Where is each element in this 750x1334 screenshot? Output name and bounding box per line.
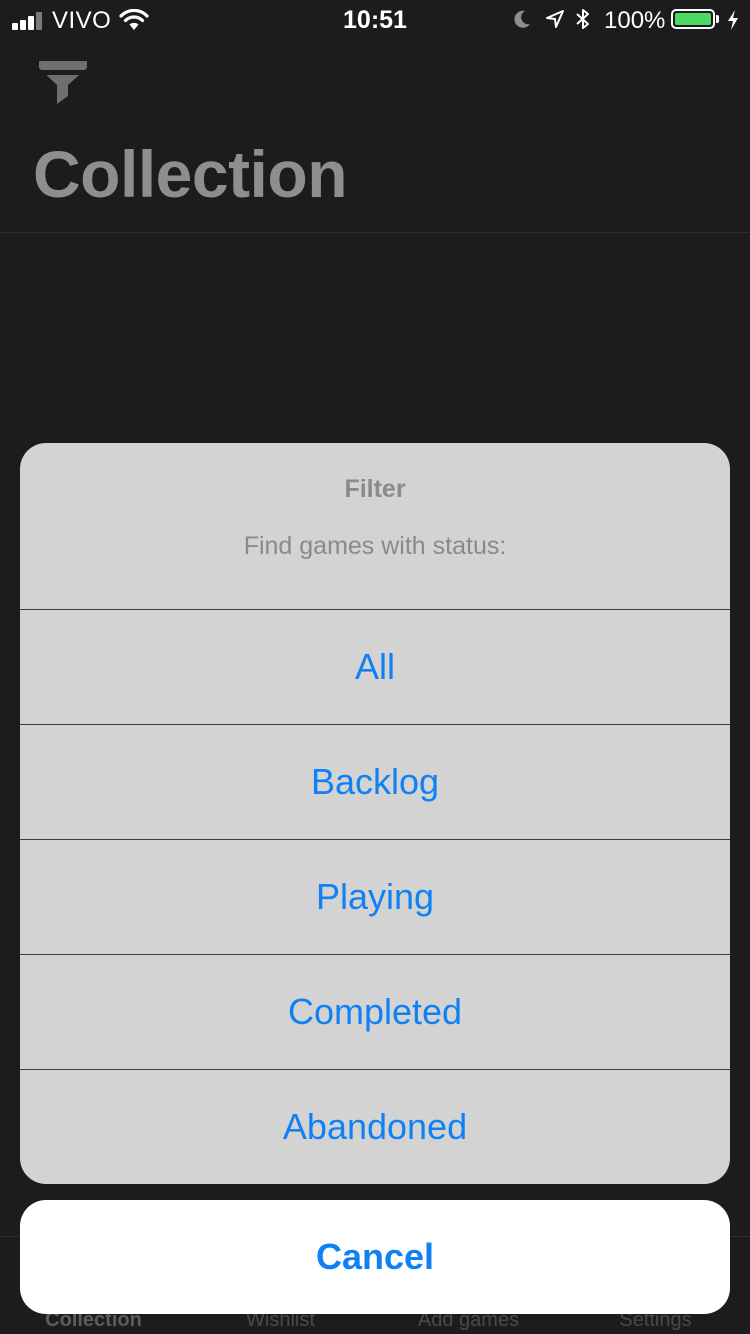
funnel-icon[interactable] [36, 58, 90, 108]
header-divider [0, 232, 750, 233]
status-bar: VIVO 10:51 100% [0, 0, 750, 40]
filter-option-completed[interactable]: Completed [20, 955, 730, 1070]
charging-bolt-icon [728, 10, 738, 30]
page-title: Collection [33, 137, 348, 211]
battery-cap [716, 15, 719, 23]
battery-percentage: 100% [604, 7, 666, 34]
battery-icon [671, 9, 715, 29]
location-arrow-icon [546, 10, 564, 28]
do-not-disturb-moon-icon [514, 10, 530, 28]
filter-option-all[interactable]: All [20, 610, 730, 725]
filter-action-sheet: Filter Find games with status: All Backl… [20, 443, 730, 1184]
filter-option-backlog[interactable]: Backlog [20, 725, 730, 840]
action-sheet-header: Filter Find games with status: [20, 443, 730, 610]
filter-option-abandoned[interactable]: Abandoned [20, 1070, 730, 1184]
filter-option-playing[interactable]: Playing [20, 840, 730, 955]
app-screen: VIVO 10:51 100% Collection Collection Wi… [0, 0, 750, 1334]
action-sheet-title: Filter [344, 475, 406, 503]
bluetooth-icon [576, 9, 589, 29]
battery-level-fill [675, 13, 711, 25]
cancel-button[interactable]: Cancel [20, 1200, 730, 1314]
action-sheet-message: Find games with status: [243, 532, 507, 560]
